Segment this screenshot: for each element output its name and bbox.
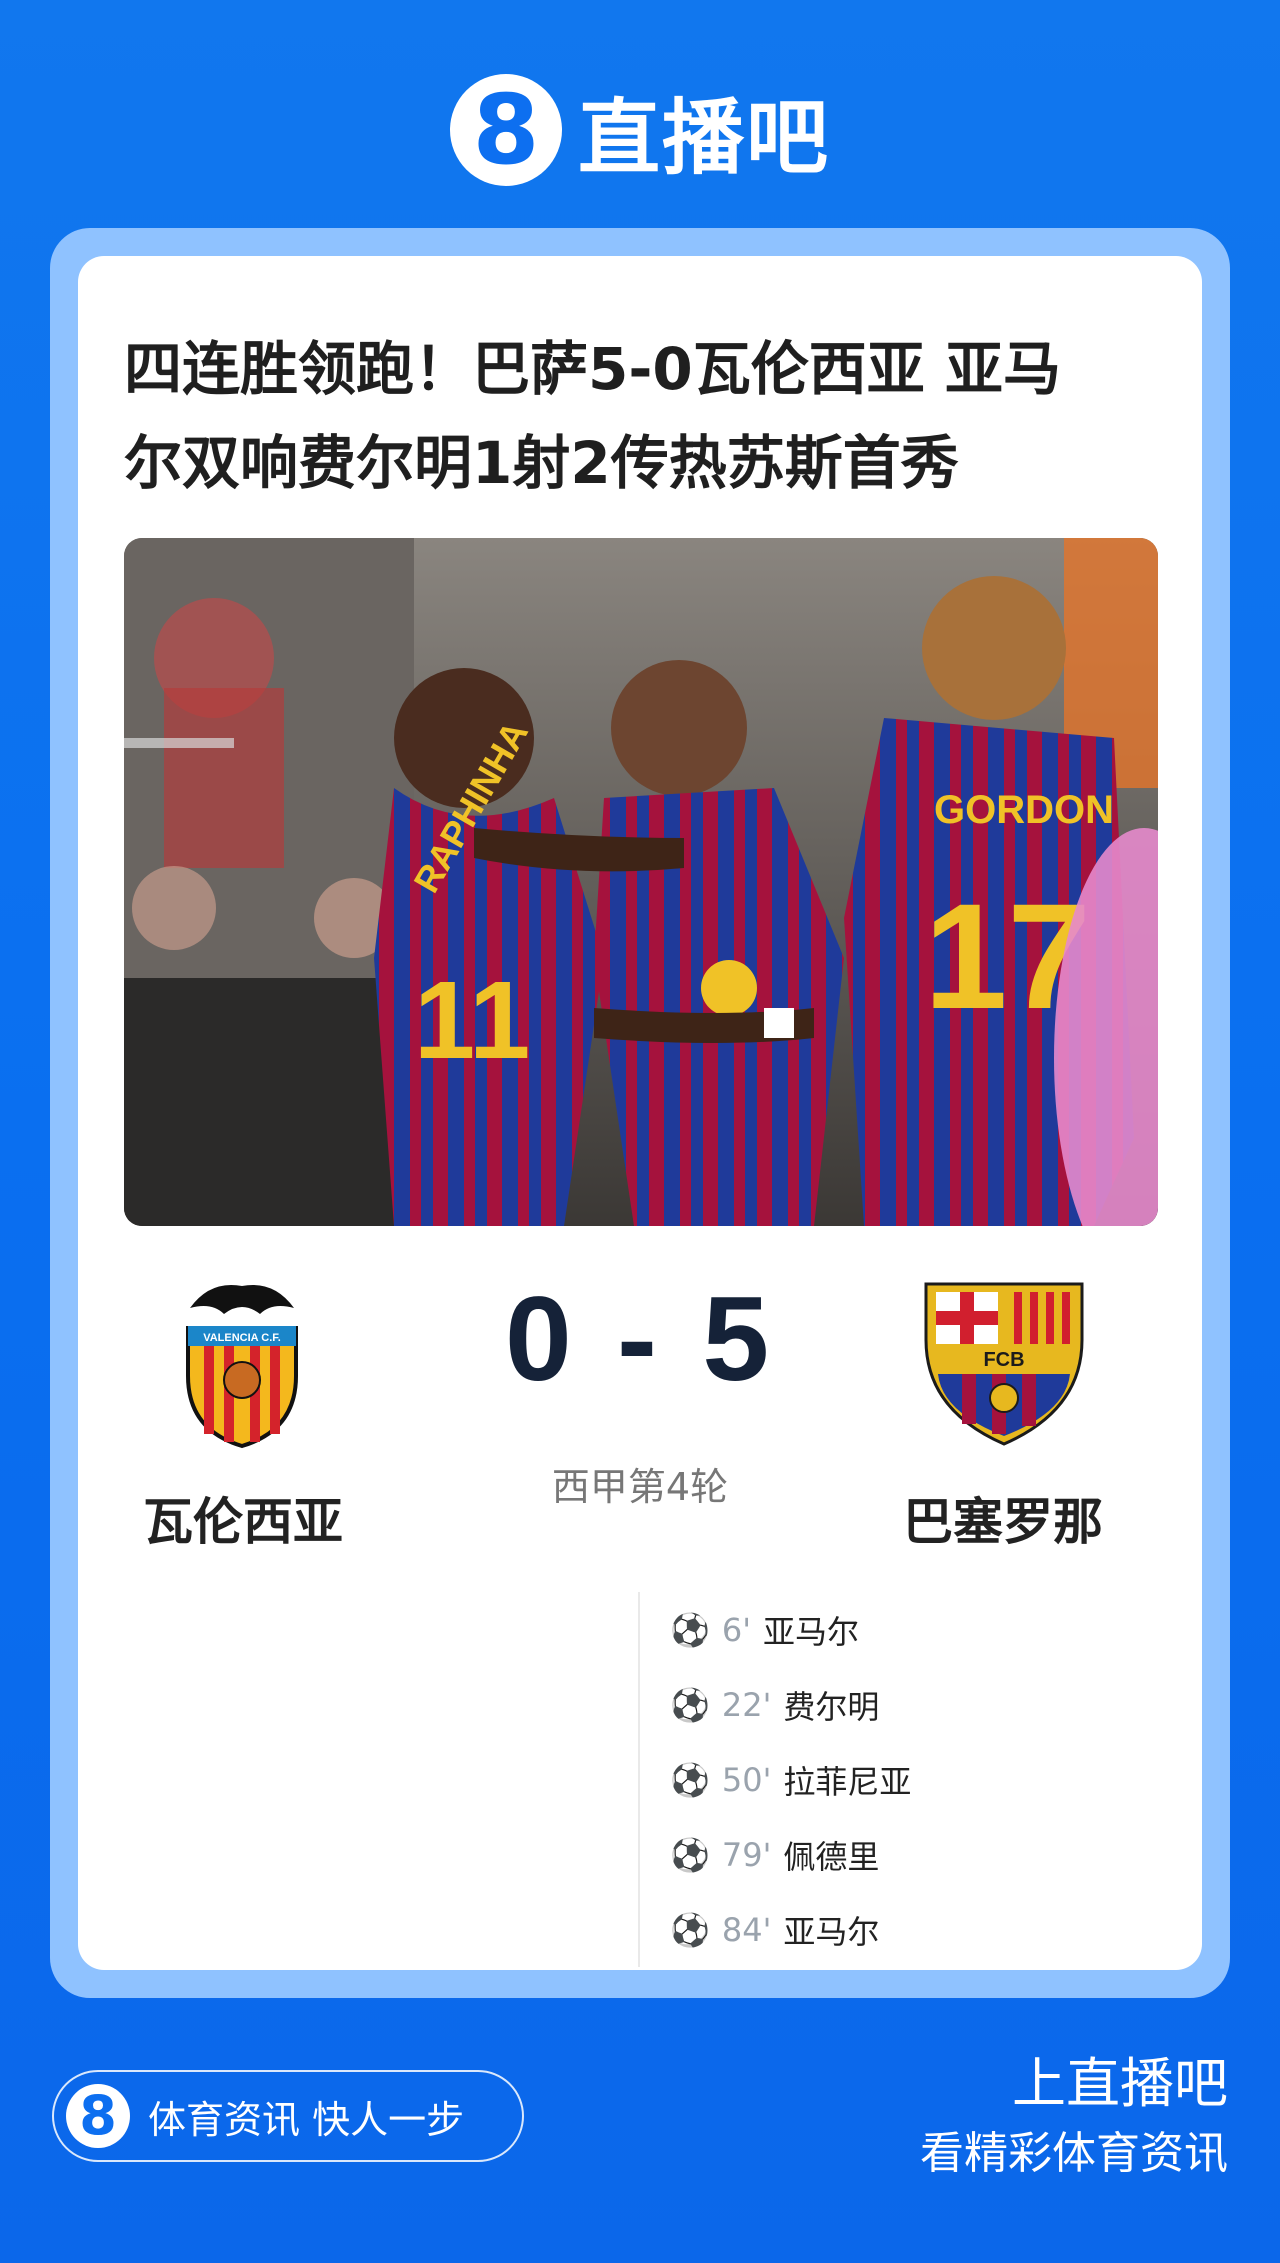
- goal-minute: 22': [721, 1685, 772, 1724]
- svg-text:FCB: FCB: [983, 1349, 1024, 1371]
- soccer-ball-icon: ⚽: [670, 1760, 710, 1799]
- soccer-ball-icon: ⚽: [670, 1685, 710, 1724]
- goal-item: ⚽ 84' 亚马尔: [670, 1892, 1198, 1967]
- brand-logo: 8 直播吧: [0, 70, 1280, 190]
- goal-minute: 79': [721, 1835, 772, 1874]
- soccer-ball-icon: ⚽: [670, 1910, 710, 1949]
- goal-scorer: 佩德里: [783, 1837, 880, 1876]
- goal-minute: 6': [721, 1610, 751, 1649]
- cta-line1: 上直播吧: [1012, 2052, 1228, 2115]
- celebration-photo: RAPHINHA 11 GORDON 17: [124, 538, 1158, 1226]
- brand-badge-icon: 8: [449, 74, 562, 186]
- match-photo[interactable]: RAPHINHA 11 GORDON 17: [124, 538, 1158, 1226]
- goal-minute: 84': [721, 1910, 772, 1949]
- footer-cta[interactable]: 上直播吧 看精彩体育资讯: [920, 2046, 1228, 2186]
- goal-item: ⚽ 22' 费尔明: [670, 1667, 1198, 1742]
- news-card[interactable]: 四连胜领跑！巴萨5-0瓦伦西亚 亚马 尔双响费尔明1射2传热苏斯首秀 RAPHI…: [78, 256, 1202, 1970]
- barcelona-crest-icon[interactable]: FCB: [922, 1280, 1086, 1448]
- slogan-text: 体育资讯 快人一步: [148, 2097, 465, 2142]
- soccer-ball-icon: ⚽: [670, 1610, 710, 1649]
- goal-scorer: 费尔明: [783, 1687, 880, 1726]
- goal-item: ⚽ 79' 佩德里: [670, 1817, 1198, 1892]
- away-team-name[interactable]: 巴塞罗那: [878, 1482, 1128, 1554]
- goal-item: ⚽ 50' 拉菲尼亚: [670, 1742, 1198, 1817]
- goal-scorer: 亚马尔: [763, 1612, 860, 1651]
- jersey-number-11: 11: [414, 959, 530, 1082]
- brand-badge-icon: 8: [66, 2084, 130, 2148]
- cta-line2: 看精彩体育资讯: [920, 2128, 1228, 2179]
- brand-name: 直播吧: [577, 90, 830, 186]
- jersey-name-gordon: GORDON: [934, 788, 1114, 832]
- headline[interactable]: 四连胜领跑！巴萨5-0瓦伦西亚 亚马 尔双响费尔明1射2传热苏斯首秀: [124, 322, 1164, 510]
- goal-list: ⚽ 6' 亚马尔 ⚽ 22' 费尔明 ⚽ 50' 拉菲尼亚 ⚽ 79' 佩德里 …: [638, 1592, 1198, 1967]
- soccer-ball-icon: ⚽: [670, 1835, 710, 1874]
- goal-scorer: 拉菲尼亚: [783, 1762, 912, 1801]
- goal-minute: 50': [721, 1760, 772, 1799]
- slogan-pill[interactable]: 8 体育资讯 快人一步: [52, 2070, 524, 2162]
- goal-scorer: 亚马尔: [783, 1912, 880, 1951]
- goal-item: ⚽ 6' 亚马尔: [670, 1592, 1198, 1667]
